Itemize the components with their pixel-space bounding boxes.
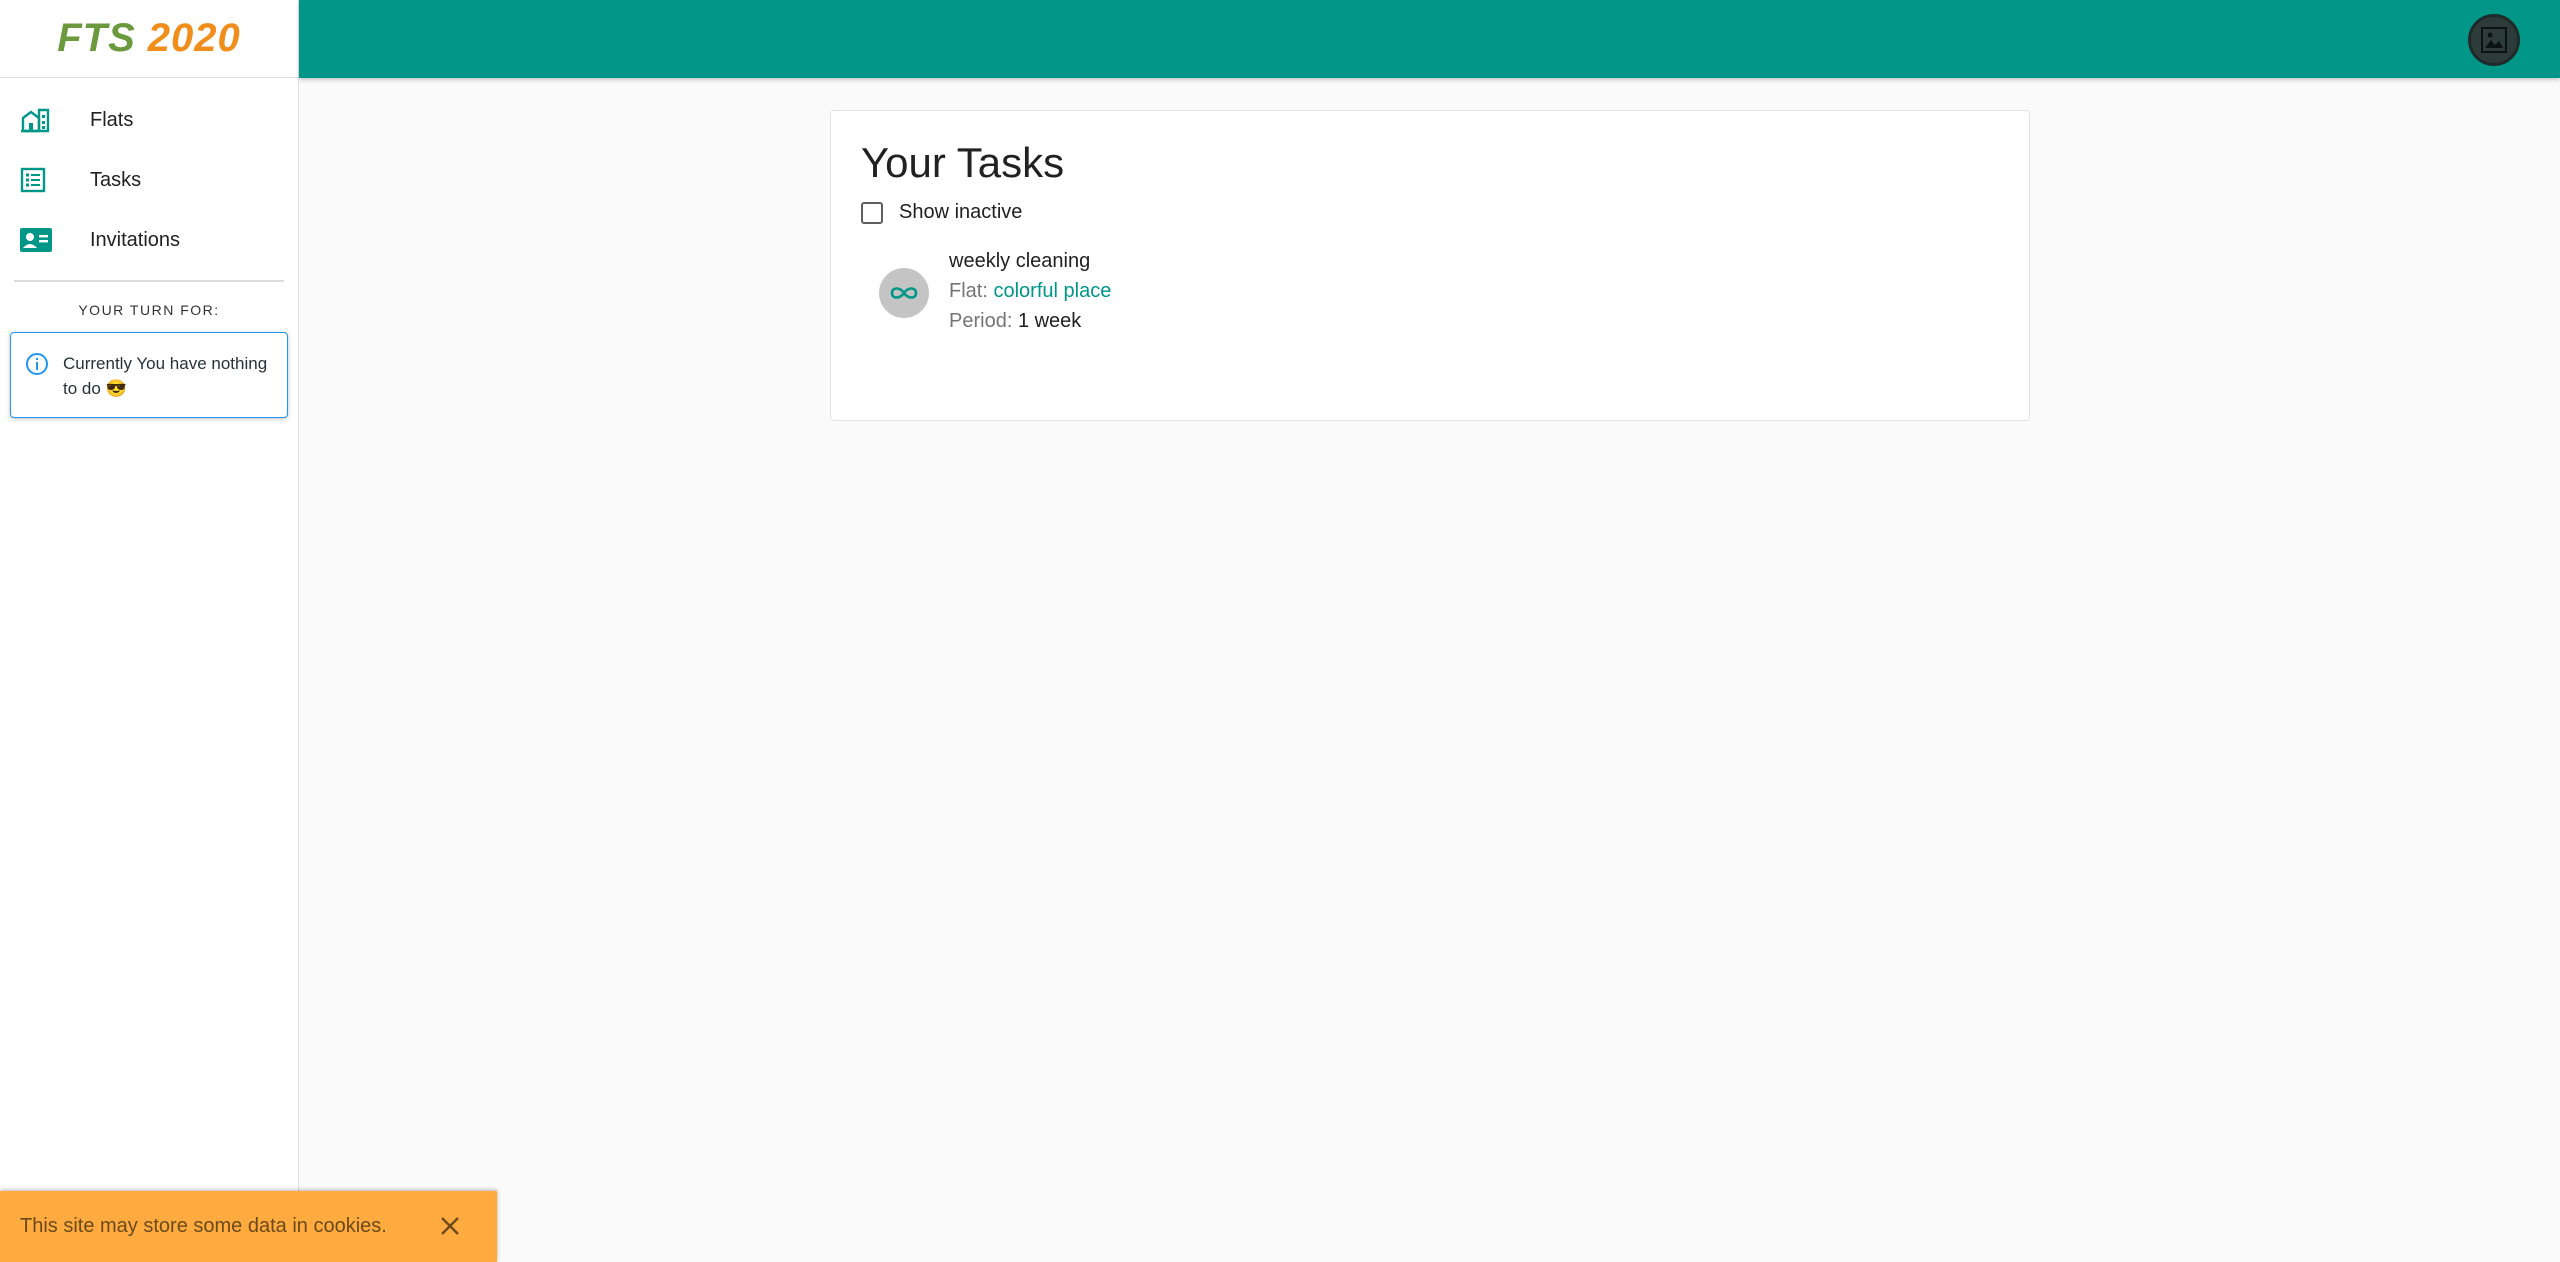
image-placeholder-icon [2481, 27, 2507, 53]
sidebar: FTS 2020 Flats Tasks Invitations YOUR TU… [0, 0, 299, 1262]
logo-text-fts: FTS [57, 16, 136, 60]
sidebar-item-tasks[interactable]: Tasks [0, 150, 298, 210]
logo-text-year: 2020 [147, 16, 241, 60]
cookie-banner: This site may store some data in cookies… [0, 1191, 497, 1262]
task-flat-link[interactable]: colorful place [993, 280, 1111, 302]
sidebar-nav: Flats Tasks Invitations [0, 78, 298, 270]
top-app-bar [299, 0, 2560, 78]
task-period-value: 1 week [1017, 310, 1082, 332]
user-avatar[interactable] [2468, 14, 2520, 66]
page-title: Your Tasks [861, 139, 1065, 186]
show-inactive-label: Show inactive [899, 201, 1023, 223]
app-logo[interactable]: FTS 2020 [0, 0, 298, 78]
show-inactive-toggle[interactable]: Show inactive [861, 201, 1999, 224]
close-icon[interactable] [439, 1215, 461, 1242]
cookie-message: This site may store some data in cookies… [20, 1215, 387, 1237]
sidebar-divider [14, 280, 284, 282]
task-title: weekly cleaning [949, 250, 1091, 272]
alert-message: Currently You have nothing to do 😎 [63, 354, 268, 398]
task-list-item[interactable]: weekly cleaning Flat: colorful place Per… [879, 250, 1999, 336]
task-flat-line: Flat: colorful place [949, 276, 1111, 306]
task-flat-label: Flat: [949, 280, 988, 302]
sidebar-item-label: Tasks [90, 168, 142, 191]
list-icon [0, 167, 90, 193]
task-period-line: Period: 1 week [949, 306, 1111, 336]
sidebar-item-flats[interactable]: Flats [0, 90, 298, 150]
your-turn-heading: YOUR TURN FOR: [78, 302, 220, 318]
nothing-to-do-alert: Currently You have nothing to do 😎 [10, 332, 288, 418]
apartment-icon [0, 107, 90, 133]
infinity-icon [890, 287, 918, 299]
task-avatar [879, 268, 929, 318]
info-icon [25, 352, 49, 401]
contact-card-icon [0, 228, 90, 252]
sidebar-item-label: Flats [90, 108, 134, 131]
task-period-label: Period: [949, 310, 1013, 332]
show-inactive-checkbox[interactable] [861, 201, 883, 224]
tasks-card: Your Tasks Show inactive weekly cleaning… [830, 110, 2030, 421]
sidebar-item-invitations[interactable]: Invitations [0, 210, 298, 270]
sidebar-item-label: Invitations [90, 228, 181, 251]
task-details: weekly cleaning Flat: colorful place Per… [949, 246, 1111, 336]
